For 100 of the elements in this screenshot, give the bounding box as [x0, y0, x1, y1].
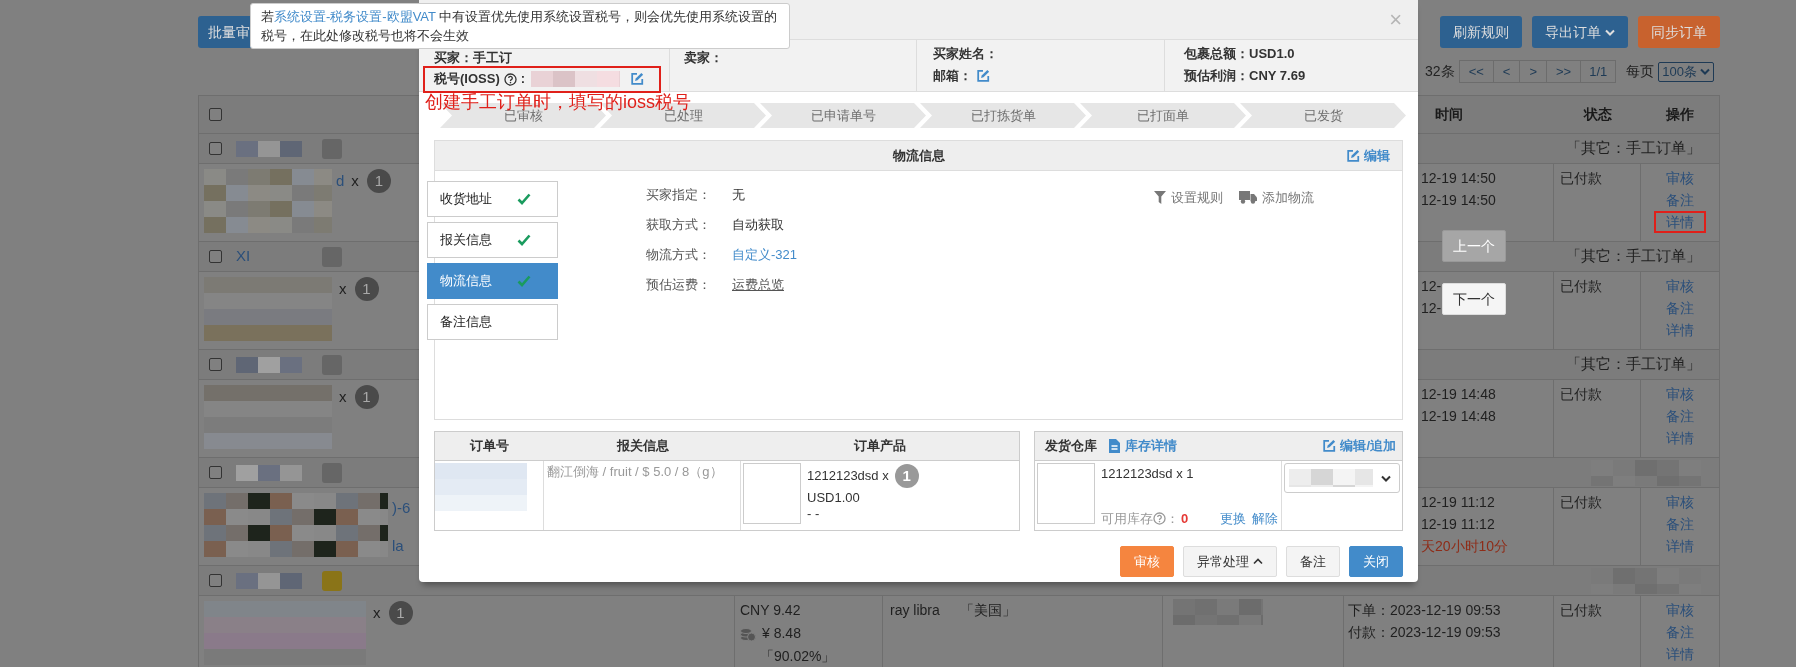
action-link[interactable]: 详情	[1654, 319, 1706, 341]
action-link[interactable]: 备注	[1654, 621, 1706, 643]
order-source: 「其它：手工订单」	[1566, 138, 1701, 159]
estimated-profit: 预估利润：CNY 7.69	[1184, 67, 1307, 85]
quantity-label: x	[339, 387, 347, 407]
column-header: 订单号	[470, 437, 509, 456]
edit-icon[interactable]	[1346, 148, 1360, 163]
settings-link[interactable]: 系统设置-税务设置-欧盟VAT	[274, 9, 436, 24]
order-status: 已付款	[1560, 494, 1602, 510]
field-value: 自动获取	[732, 216, 784, 234]
stock-label: 可用库存	[1101, 509, 1153, 528]
per-page-select[interactable]: 100条	[1658, 61, 1714, 82]
logistics-action[interactable]: 添加物流	[1239, 188, 1314, 208]
page-button[interactable]: <	[1493, 61, 1521, 82]
countdown-text: 天20小时10分	[1421, 537, 1509, 556]
order-source: 「其它：手工订单」	[1566, 354, 1701, 375]
column-header: 发货仓库	[1045, 437, 1097, 456]
logistics-action[interactable]: 设置规则	[1154, 188, 1223, 208]
edit-icon[interactable]	[1322, 439, 1337, 453]
footer-button[interactable]: 关闭	[1349, 546, 1403, 577]
product-name[interactable]: )-6	[392, 497, 411, 520]
quantity-label: x	[339, 279, 347, 299]
nav-button[interactable]: 下一个	[1442, 283, 1506, 315]
shipping-method-link[interactable]: 自定义-321	[732, 245, 798, 265]
order-time: 12-	[1421, 299, 1442, 318]
chevron-up-icon	[1253, 558, 1263, 565]
toolbar-button[interactable]: 同步订单	[1638, 16, 1720, 48]
product-price: USD1.00	[807, 489, 861, 507]
total-count: 32条	[1425, 62, 1455, 81]
action-link[interactable]: 备注	[1654, 513, 1706, 535]
action-link[interactable]: 审核	[1654, 167, 1706, 189]
action-link[interactable]: 审核	[1654, 599, 1706, 621]
order-link[interactable]: XI	[236, 245, 251, 268]
progress-step: 已发货	[1240, 103, 1406, 128]
edit-icon[interactable]	[976, 69, 990, 83]
quantity-badge: 1	[354, 385, 379, 409]
progress-step: 已申请单号	[760, 103, 926, 128]
checkbox[interactable]	[209, 466, 222, 479]
field-label: 物流方式：	[646, 246, 712, 264]
quantity-badge: 1	[894, 464, 919, 488]
check-icon	[517, 275, 531, 287]
order-status: 已付款	[1560, 386, 1602, 402]
action-link[interactable]: 审核	[1654, 491, 1706, 513]
checkbox[interactable]	[209, 108, 222, 121]
checkbox[interactable]	[209, 142, 222, 155]
check-icon	[517, 193, 531, 205]
close-button[interactable]: ×	[1389, 8, 1402, 31]
action-link[interactable]: 备注	[1654, 189, 1706, 211]
edit-link[interactable]: 编辑	[1346, 145, 1390, 166]
buyer-country: 「美国」	[959, 601, 1016, 620]
section-tab[interactable]: 备注信息	[427, 304, 558, 340]
product-name: 1212123dsd x 1	[1101, 465, 1195, 483]
stock-action-link[interactable]: 解除	[1252, 508, 1278, 528]
section-tab[interactable]: 报关信息	[427, 222, 558, 258]
checkbox[interactable]	[209, 358, 222, 371]
section-tab[interactable]: 收货地址	[427, 181, 558, 217]
action-link[interactable]: 详情	[1654, 427, 1706, 449]
customs-info: 翻江倒海 / fruit / $ 5.0 / 8（g）	[547, 464, 723, 479]
quantity-label: x	[351, 171, 359, 191]
order-time: 下单：2023-12-19 09:53	[1348, 601, 1501, 620]
footer-button[interactable]: 审核	[1120, 546, 1174, 577]
action-link[interactable]: 备注	[1654, 297, 1706, 319]
page-button[interactable]: <<	[1459, 61, 1494, 82]
toolbar-button[interactable]: 刷新规则	[1440, 16, 1522, 48]
footer-button[interactable]: 备注	[1286, 546, 1340, 577]
section-tab[interactable]: 物流信息	[427, 263, 558, 299]
column-header: 操作	[1666, 105, 1694, 124]
edit-icon[interactable]	[630, 72, 645, 86]
truck-icon	[1239, 191, 1257, 205]
product-name[interactable]: d	[336, 169, 345, 193]
page-button[interactable]: >	[1520, 61, 1548, 82]
stock-details-link[interactable]: 库存详情	[1109, 436, 1177, 456]
action-link[interactable]: 备注	[1654, 405, 1706, 427]
per-page-label: 每页	[1626, 62, 1655, 81]
toolbar-button[interactable]: 导出订单	[1532, 16, 1628, 48]
freight-overview-link[interactable]: 运费总览	[732, 275, 784, 295]
field-label: 买家指定：	[646, 186, 712, 204]
order-time: 12-19 14:48	[1421, 385, 1496, 404]
help-icon[interactable]	[503, 72, 517, 86]
edit-add-link[interactable]: 编辑/追加	[1322, 436, 1396, 456]
checkbox[interactable]	[209, 574, 222, 587]
order-status: 已付款	[1560, 278, 1602, 294]
document-icon	[1109, 439, 1120, 453]
progress-step: 已打面单	[1080, 103, 1246, 128]
action-link[interactable]: 详情	[1654, 643, 1706, 665]
quantity-badge: 1	[388, 601, 413, 625]
action-link[interactable]: 详情	[1654, 535, 1706, 557]
filter-icon	[1154, 191, 1166, 205]
action-link[interactable]: 审核	[1654, 383, 1706, 405]
product-name[interactable]: la	[392, 534, 411, 557]
stock-action-link[interactable]: 更换	[1220, 508, 1246, 528]
action-link[interactable]: 审核	[1654, 275, 1706, 297]
page-button[interactable]: >>	[1547, 61, 1582, 82]
stock-colon: ：	[1166, 509, 1179, 528]
column-header: 时间	[1435, 105, 1463, 124]
checkbox[interactable]	[209, 250, 222, 263]
product-name: 1212123dsd x	[807, 467, 889, 485]
progress-step: 已打拣货单	[920, 103, 1086, 128]
footer-button[interactable]: 异常处理	[1183, 546, 1277, 577]
action-link[interactable]: 详情	[1654, 211, 1706, 233]
